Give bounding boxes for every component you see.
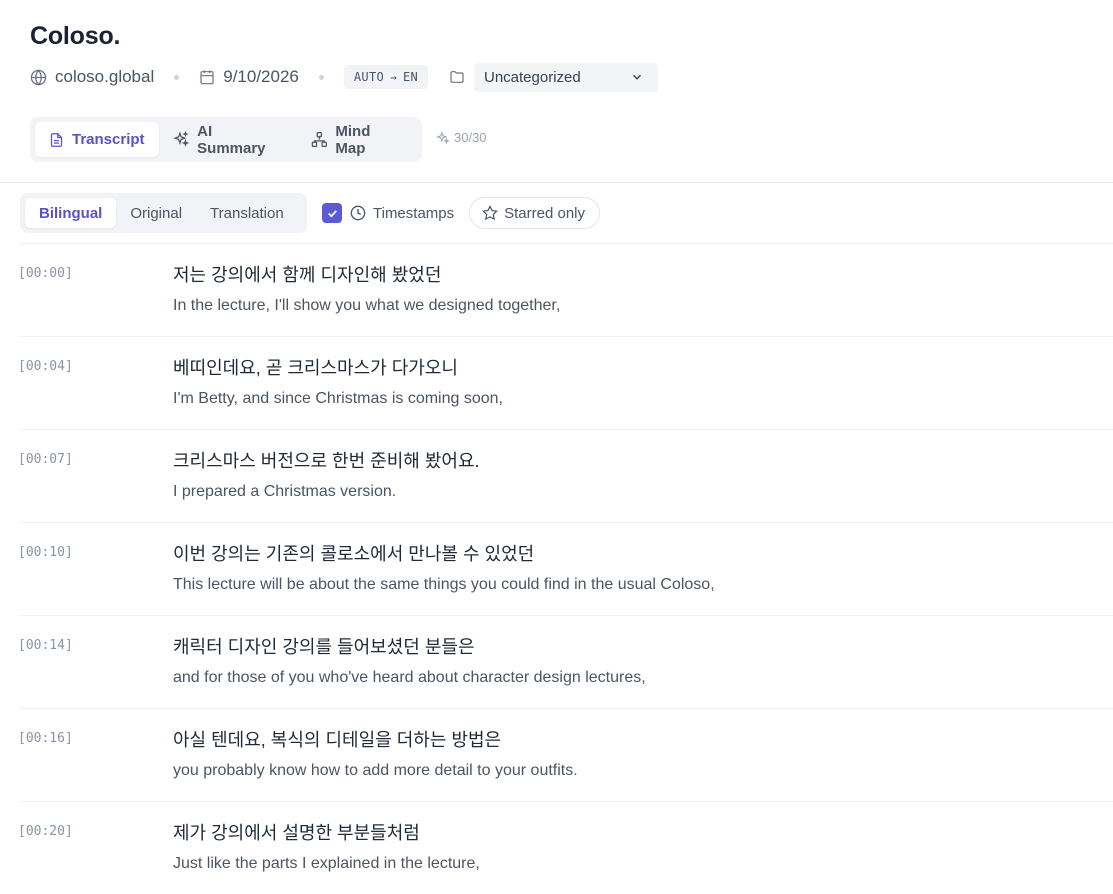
chevron-down-icon bbox=[633, 74, 641, 80]
site-info: coloso.global bbox=[30, 67, 154, 87]
translation-text: I prepared a Christmas version. bbox=[173, 483, 397, 500]
transcript-row[interactable]: [00:07] 크리스마스 버전으로 한번 준비해 봤어요. I prepare… bbox=[18, 430, 1113, 523]
display-mode-switch: Bilingual Original Translation bbox=[20, 193, 307, 233]
timestamp[interactable]: [00:00] bbox=[18, 266, 73, 281]
timestamps-checkbox[interactable] bbox=[322, 203, 342, 223]
header-divider bbox=[0, 182, 1113, 183]
transcript-row[interactable]: [00:04] 베띠인데요, 곧 크리스마스가 다가오니 I'm Betty, … bbox=[18, 337, 1113, 430]
lang-from: AUTO bbox=[353, 70, 384, 84]
translation-text: This lecture will be about the same thin… bbox=[173, 576, 715, 593]
lang-to: EN bbox=[402, 70, 418, 84]
original-text: 제가 강의에서 설명한 부분들처럼 bbox=[173, 823, 420, 843]
starred-only-label: Starred only bbox=[504, 204, 585, 222]
tab-ai-summary[interactable]: AI Summary bbox=[159, 122, 297, 157]
transcript-row[interactable]: [00:20] 제가 강의에서 설명한 부분들처럼 Just like the … bbox=[18, 802, 1113, 894]
folder-select-value: Uncategorized bbox=[484, 68, 581, 86]
site-domain: coloso.global bbox=[55, 67, 155, 86]
star-icon bbox=[482, 205, 499, 221]
separator-dot bbox=[174, 74, 180, 80]
calendar-icon bbox=[200, 70, 214, 85]
view-tabs: Transcript AI Summary Mind Map bbox=[30, 117, 422, 162]
folder-select[interactable]: Uncategorized bbox=[474, 62, 658, 92]
original-text: 베띠인데요, 곧 크리스마스가 다가오니 bbox=[173, 358, 458, 378]
timestamp[interactable]: [00:16] bbox=[18, 731, 73, 746]
document-icon bbox=[50, 132, 63, 147]
timestamp[interactable]: [00:10] bbox=[18, 545, 73, 560]
transcript-row[interactable]: [00:14] 캐릭터 디자인 강의를 들어보셨던 분들은 and for th… bbox=[18, 616, 1113, 709]
arrow-right-icon: → bbox=[390, 70, 397, 84]
page-header: Coloso. coloso.global 9/10/2026 AUTO → E… bbox=[0, 0, 1113, 183]
separator-dot bbox=[318, 74, 324, 80]
transcript-row[interactable]: [00:10] 이번 강의는 기존의 콜로소에서 만나볼 수 있었던 This … bbox=[18, 523, 1113, 616]
clock-icon bbox=[350, 205, 366, 221]
language-badge: AUTO → EN bbox=[343, 65, 428, 89]
tab-label: AI Summary bbox=[197, 122, 266, 157]
original-text: 캐릭터 디자인 강의를 들어보셨던 분들은 bbox=[173, 637, 475, 657]
mind-map-icon bbox=[311, 131, 327, 148]
translation-text: and for those of you who've heard about … bbox=[173, 669, 646, 686]
timestamps-toggle[interactable]: Timestamps bbox=[322, 203, 454, 223]
meta-bar: coloso.global 9/10/2026 AUTO → EN Uncate… bbox=[30, 62, 658, 92]
mode-translation[interactable]: Translation bbox=[196, 198, 298, 228]
transcript-row[interactable]: [00:00] 저는 강의에서 함께 디자인해 봤었던 In the lectu… bbox=[18, 244, 1113, 337]
globe-icon bbox=[30, 68, 47, 86]
original-text: 크리스마스 버전으로 한번 준비해 봤어요. bbox=[173, 451, 480, 471]
folder-picker: Uncategorized bbox=[448, 62, 658, 92]
timestamp[interactable]: [00:20] bbox=[18, 824, 73, 839]
sparkles-icon bbox=[172, 131, 189, 147]
mode-bilingual[interactable]: Bilingual bbox=[25, 198, 117, 228]
folder-icon bbox=[450, 71, 464, 83]
translation-text: you probably know how to add more detail… bbox=[173, 762, 578, 779]
sparkles-icon bbox=[436, 130, 450, 144]
date-info: 9/10/2026 bbox=[199, 67, 299, 87]
original-text: 이번 강의는 기존의 콜로소에서 만나볼 수 있었던 bbox=[173, 544, 535, 564]
original-text: 저는 강의에서 함께 디자인해 봤었던 bbox=[173, 265, 442, 285]
translation-text: In the lecture, I'll show you what we de… bbox=[173, 297, 561, 314]
transcript-row[interactable]: [00:16] 아실 텐데요, 복식의 디테일을 더하는 방법은 you pro… bbox=[18, 709, 1113, 802]
timestamp[interactable]: [00:14] bbox=[18, 638, 73, 653]
tab-label: Mind Map bbox=[335, 122, 371, 157]
tab-mind-map[interactable]: Mind Map bbox=[297, 122, 417, 157]
timestamp[interactable]: [00:07] bbox=[18, 452, 73, 467]
ai-quota: 30/30 bbox=[436, 130, 487, 145]
translation-text: Just like the parts I explained in the l… bbox=[173, 855, 480, 872]
timestamp[interactable]: [00:04] bbox=[18, 359, 73, 374]
translation-text: I'm Betty, and since Christmas is coming… bbox=[173, 390, 503, 407]
page-title: Coloso. bbox=[30, 22, 121, 50]
tab-transcript[interactable]: Transcript bbox=[35, 122, 159, 157]
date-text: 9/10/2026 bbox=[223, 67, 299, 86]
transcript-toolbar: Bilingual Original Translation Timestamp… bbox=[20, 193, 600, 233]
original-text: 아실 텐데요, 복식의 디테일을 더하는 방법은 bbox=[173, 730, 502, 750]
check-icon bbox=[327, 209, 337, 217]
mode-original[interactable]: Original bbox=[116, 198, 196, 228]
transcript-list: [00:00] 저는 강의에서 함께 디자인해 봤었던 In the lectu… bbox=[18, 243, 1113, 894]
timestamps-label: Timestamps bbox=[373, 204, 455, 222]
quota-text: 30/30 bbox=[454, 130, 487, 145]
tab-label: Transcript bbox=[72, 131, 145, 148]
starred-only-button[interactable]: Starred only bbox=[469, 197, 600, 229]
